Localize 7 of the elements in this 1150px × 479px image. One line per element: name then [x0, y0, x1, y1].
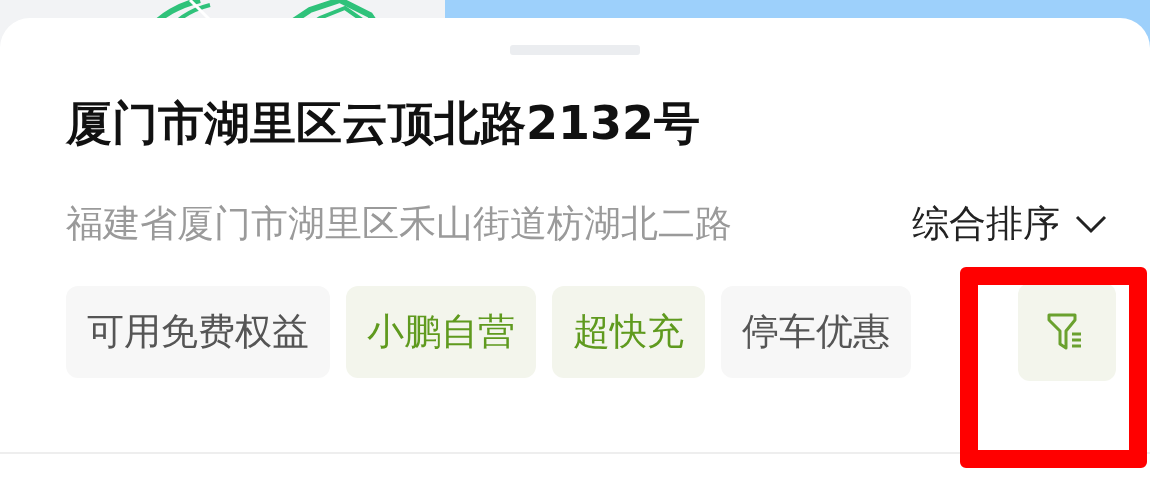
chevron-down-icon	[1074, 214, 1108, 234]
station-address: 福建省厦门市湖里区禾山街道枋湖北二路	[66, 202, 732, 246]
filter-button[interactable]	[1018, 283, 1116, 381]
filter-chip[interactable]: 停车优惠	[721, 286, 911, 378]
sort-dropdown[interactable]: 综合排序	[912, 199, 1108, 249]
filter-chip[interactable]: 可用免费权益	[66, 286, 330, 378]
station-title: 厦门市湖里区云顶北路2132号	[66, 95, 702, 151]
